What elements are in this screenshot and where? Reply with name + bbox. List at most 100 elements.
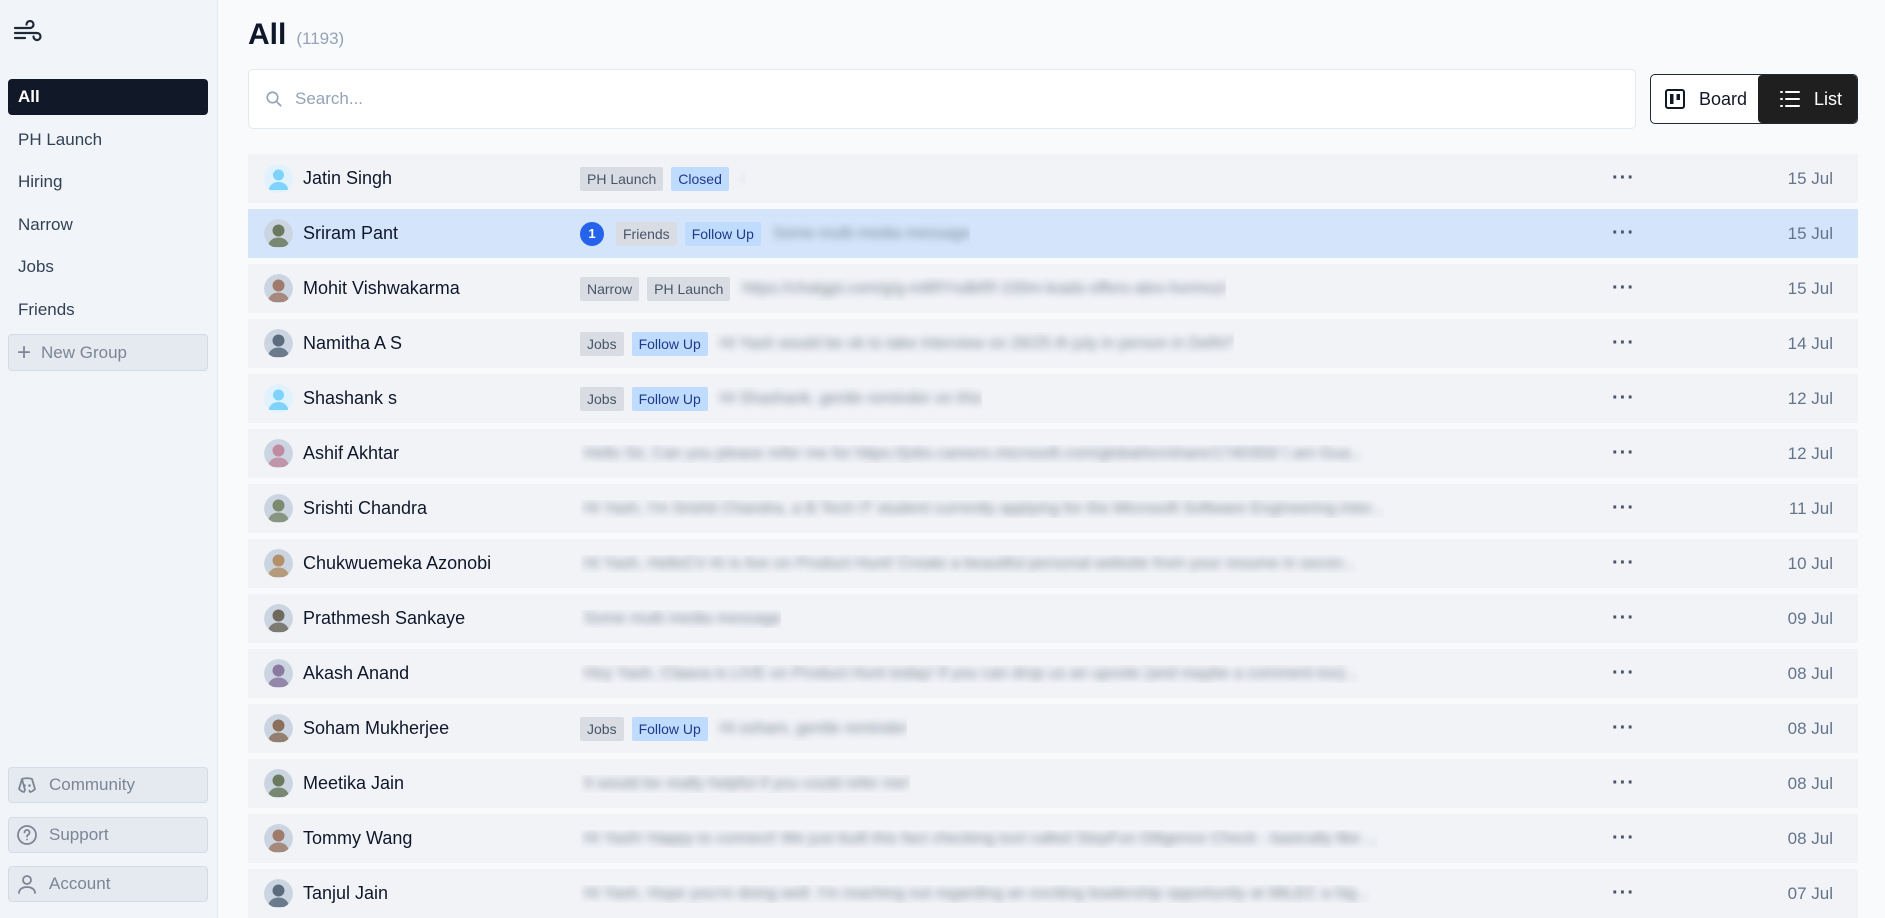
more-options-icon[interactable]: ··· [1612, 772, 1635, 795]
board-view-button[interactable]: Board [1651, 75, 1758, 123]
conversation-row[interactable]: Tanjul Jain Hi Yash, Hope you're doing we… [248, 869, 1858, 918]
more-options-icon[interactable]: ··· [1612, 717, 1635, 740]
nav-item-label: All [18, 87, 40, 106]
message-date: 11 Jul [1788, 498, 1833, 518]
more-options-icon[interactable]: ··· [1612, 882, 1635, 905]
message-date: 15 Jul [1787, 278, 1833, 298]
group-tag[interactable]: Jobs [580, 716, 624, 741]
nav-item-friends[interactable]: Friends [8, 292, 208, 328]
message-date: 08 Jul [1787, 773, 1833, 793]
conversation-row[interactable]: Prathmesh Sankaye Some multi media messag… [248, 594, 1858, 643]
row-meta: Hi Yash, HelloCV AI is live on Product H… [580, 555, 1356, 573]
message-preview: Some multi media message [772, 224, 971, 242]
avatar [264, 219, 293, 248]
more-options-icon[interactable]: ··· [1612, 387, 1635, 410]
nav-item-label: Friends [18, 299, 75, 319]
conversation-row[interactable]: Akash Anand Hey Yash, Claava is LIVE on P… [248, 649, 1858, 698]
conversation-row[interactable]: Meetika Jain It would be really helpful i… [248, 759, 1858, 808]
group-tag[interactable]: Follow Up [631, 716, 708, 741]
account-button[interactable]: Account [8, 866, 208, 902]
conversation-list: Jatin Singh PH Launch Closed - ··· 15 Jul Srir… [248, 154, 1858, 918]
more-options-icon[interactable]: ··· [1612, 442, 1635, 465]
group-tag[interactable]: PH Launch [647, 276, 731, 301]
search-bar[interactable] [248, 69, 1636, 129]
message-preview: Hi Yash! Happy to connect! We just built… [584, 829, 1379, 847]
message-date: 14 Jul [1787, 333, 1833, 353]
conversation-count: (1193) [296, 29, 345, 48]
community-label: Community [49, 775, 135, 794]
board-icon [1665, 89, 1685, 109]
conversation-row[interactable]: Mohit Vishwakarma Narrow PH Launch https://… [248, 264, 1858, 313]
account-label: Account [49, 874, 111, 893]
row-meta: Hi Yash, Hope you're doing well. I'm rea… [580, 885, 1370, 903]
conversation-row[interactable]: Sriram Pant 1 Friends Follow Up Some multi m… [248, 209, 1858, 258]
conversation-row[interactable]: Shashank s Jobs Follow Up Hi Shashank, gent… [248, 374, 1858, 423]
conversation-row[interactable]: Namitha A S Jobs Follow Up Hi Yash would be… [248, 319, 1858, 368]
contact-name: Jatin Singh [303, 168, 393, 188]
nav-item-ph-launch[interactable]: PH Launch [8, 122, 208, 158]
contact-name: Tanjul Jain [303, 883, 389, 903]
conversation-row[interactable]: Srishti Chandra Hi Yash, I'm Srishti Chan… [248, 484, 1858, 533]
message-preview: https://chatgpt.com/g/g-m8RYsdbRf-100m-l… [742, 279, 1227, 297]
group-tag[interactable]: Follow Up [631, 386, 708, 411]
more-options-icon[interactable]: ··· [1612, 332, 1635, 355]
group-tag[interactable]: PH Launch [580, 166, 664, 191]
avatar [264, 769, 293, 798]
message-preview: It would be really helpful if you could … [584, 774, 910, 792]
contact-name: Soham Mukherjee [303, 718, 450, 738]
group-tag[interactable]: Narrow [580, 276, 640, 301]
contact-name: Shashank s [303, 388, 398, 408]
more-options-icon[interactable]: ··· [1612, 167, 1635, 190]
more-options-icon[interactable]: ··· [1612, 552, 1635, 575]
default-avatar-icon [264, 384, 293, 413]
nav-item-all[interactable]: All [8, 79, 208, 115]
message-date: 12 Jul [1787, 443, 1833, 463]
group-tag[interactable]: Friends [616, 221, 677, 246]
more-options-icon[interactable]: ··· [1612, 497, 1635, 520]
group-tag[interactable]: Follow Up [631, 331, 708, 356]
wind-logo-icon[interactable] [13, 19, 43, 46]
message-preview: Hello Sir, Can you please refer me for h… [584, 444, 1364, 462]
conversation-row[interactable]: Ashif Akhtar Hello Sir, Can you please re… [248, 429, 1858, 478]
search-input[interactable] [295, 89, 1595, 109]
more-options-icon[interactable]: ··· [1612, 662, 1635, 685]
row-meta: PH Launch Closed - [580, 166, 746, 191]
contact-name: Sriram Pant [303, 223, 399, 243]
group-tag[interactable]: Follow Up [684, 221, 761, 246]
row-meta: Hey Yash, Claava is LIVE on Product Hunt… [580, 665, 1358, 683]
nav-item-hiring[interactable]: Hiring [8, 164, 208, 200]
row-meta: Jobs Follow Up Hi soham, gentle reminder [580, 716, 907, 741]
row-meta: Hi Yash! Happy to connect! We just built… [580, 830, 1378, 848]
group-tag[interactable]: Jobs [580, 386, 624, 411]
help-circle-icon [17, 825, 37, 845]
more-options-icon[interactable]: ··· [1612, 607, 1635, 630]
group-tag[interactable]: Closed [671, 166, 729, 191]
group-tag[interactable]: Jobs [580, 331, 624, 356]
more-options-icon[interactable]: ··· [1612, 827, 1635, 850]
message-preview: Hi Shashank, gentle reminder on this [719, 389, 983, 407]
sidebar: All PH Launch Hiring Narrow Jobs Friends… [0, 0, 218, 918]
conversation-row[interactable]: Chukwuemeka Azonobi Hi Yash, HelloCV AI i… [248, 539, 1858, 588]
new-group-button[interactable]: + New Group [8, 334, 208, 371]
row-meta: Narrow PH Launch https://chatgpt.com/g/g-m… [580, 276, 1227, 301]
view-toggle: Board List [1650, 74, 1858, 124]
contact-name: Akash Anand [303, 663, 410, 683]
list-view-button[interactable]: List [1758, 75, 1857, 123]
nav-item-jobs[interactable]: Jobs [8, 249, 208, 285]
more-options-icon[interactable]: ··· [1612, 277, 1635, 300]
conversation-row[interactable]: Jatin Singh PH Launch Closed - ··· 15 Jul [248, 154, 1858, 203]
message-date: 15 Jul [1787, 168, 1833, 188]
search-icon [266, 91, 282, 107]
new-group-label: New Group [41, 342, 127, 362]
conversation-row[interactable]: Tommy Wang Hi Yash! Happy to connect! We … [248, 814, 1858, 863]
avatar [264, 879, 293, 908]
message-preview: Hi Yash, HelloCV AI is live on Product H… [584, 554, 1357, 572]
nav-item-narrow[interactable]: Narrow [8, 207, 208, 243]
nav-item-label: Narrow [18, 214, 73, 234]
support-button[interactable]: Support [8, 817, 208, 853]
community-button[interactable]: Community [8, 767, 208, 803]
conversation-row[interactable]: Soham Mukherjee Jobs Follow Up Hi soham, ge… [248, 704, 1858, 753]
message-date: 08 Jul [1787, 828, 1833, 848]
more-options-icon[interactable]: ··· [1612, 222, 1635, 245]
list-icon [1780, 91, 1800, 107]
